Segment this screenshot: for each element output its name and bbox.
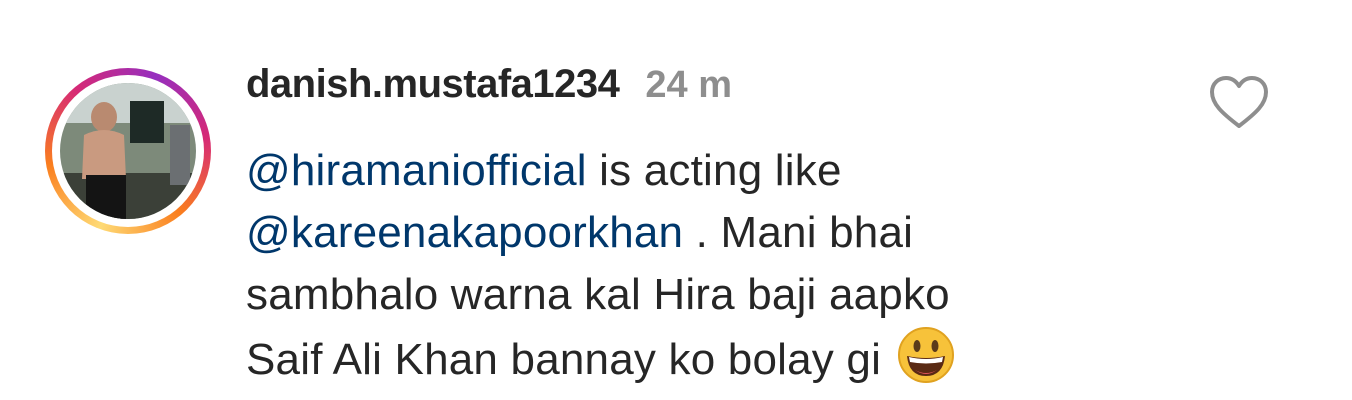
mention-link-kareenakapoorkhan[interactable]: @kareenakapoorkhan — [246, 208, 683, 257]
heart-outline-icon — [1210, 76, 1268, 128]
comment-text-segment: Saif Ali Khan bannay ko bolay gi — [246, 335, 894, 384]
comment-content: danish.mustafa1234 24 m @hiramaniofficia… — [246, 62, 1146, 391]
comment-text-segment: sambhalo warna kal Hira baji aapko — [246, 270, 950, 319]
comment-text-segment: is acting like — [586, 146, 842, 195]
mention-link-hiramaniofficial[interactable]: @hiramaniofficial — [246, 146, 587, 195]
avatar[interactable] — [60, 83, 196, 219]
like-button[interactable] — [1208, 74, 1270, 130]
story-ring[interactable] — [45, 68, 211, 234]
avatar-photo — [60, 83, 196, 219]
comment-text-segment: . Mani bhai — [683, 208, 914, 257]
grinning-face-emoji — [897, 326, 955, 384]
username-link[interactable]: danish.mustafa1234 — [246, 62, 620, 107]
comment-timestamp: 24 m — [645, 64, 733, 106]
comment-header: danish.mustafa1234 24 m — [246, 62, 1146, 118]
comment-text: @hiramaniofficial is acting like @kareen… — [246, 140, 1146, 391]
comment-row: danish.mustafa1234 24 m @hiramaniofficia… — [0, 0, 1352, 400]
